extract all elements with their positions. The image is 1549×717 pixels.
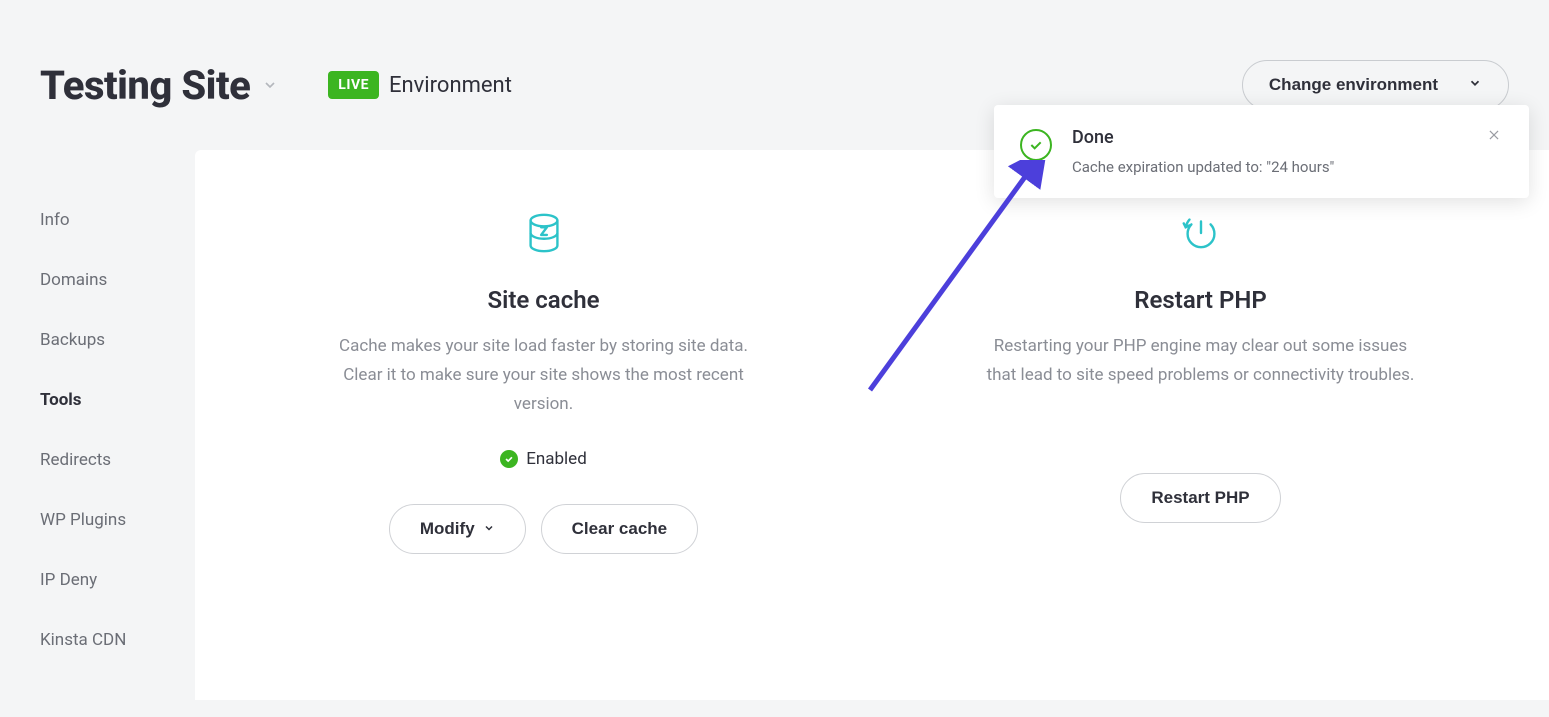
sidebar-item-label: Redirects <box>40 450 111 470</box>
sidebar-item-label: Info <box>40 210 70 230</box>
clear-cache-label: Clear cache <box>572 519 667 539</box>
sidebar-item-label: WP Plugins <box>40 510 126 530</box>
chevron-down-icon <box>1468 75 1482 95</box>
environment-label: Environment <box>389 73 512 98</box>
sidebar-item-label: IP Deny <box>40 570 97 590</box>
sidebar-item-label: Tools <box>40 390 82 410</box>
site-cache-buttons: Modify Clear cache <box>265 504 822 554</box>
sidebar-item-ip-deny[interactable]: IP Deny <box>40 550 195 610</box>
close-icon[interactable] <box>1485 127 1503 145</box>
spacer <box>922 420 1479 473</box>
toast-message: Cache expiration updated to: "24 hours" <box>1072 158 1465 176</box>
environment-indicator: LIVE Environment <box>328 71 512 99</box>
restart-icon <box>922 210 1479 256</box>
site-cache-title: Site cache <box>265 286 822 314</box>
body-wrap: Info Domains Backups Tools Redirects WP … <box>0 150 1549 700</box>
modify-button[interactable]: Modify <box>389 504 526 554</box>
site-cache-card: Site cache Cache makes your site load fa… <box>235 210 852 640</box>
sidebar-item-wp-plugins[interactable]: WP Plugins <box>40 490 195 550</box>
content-panel: Site cache Cache makes your site load fa… <box>195 150 1549 700</box>
change-environment-label: Change environment <box>1269 75 1438 95</box>
sidebar-item-tools[interactable]: Tools <box>40 370 195 430</box>
sidebar: Info Domains Backups Tools Redirects WP … <box>0 150 195 700</box>
site-cache-description: Cache makes your site load faster by sto… <box>329 332 759 419</box>
live-badge: LIVE <box>328 71 379 99</box>
chevron-down-icon <box>483 519 495 539</box>
modify-label: Modify <box>420 519 475 539</box>
clear-cache-button[interactable]: Clear cache <box>541 504 698 554</box>
restart-php-description: Restarting your PHP engine may clear out… <box>986 332 1416 390</box>
sidebar-item-label: Domains <box>40 270 107 290</box>
toast-body: Done Cache expiration updated to: "24 ho… <box>1072 127 1465 176</box>
restart-php-button[interactable]: Restart PHP <box>1120 473 1280 523</box>
sidebar-item-label: Kinsta CDN <box>40 630 126 650</box>
success-check-icon <box>1020 129 1052 161</box>
site-title-group[interactable]: Testing Site <box>40 62 278 109</box>
sidebar-item-kinsta-cdn[interactable]: Kinsta CDN <box>40 610 195 670</box>
restart-php-label: Restart PHP <box>1151 488 1249 508</box>
cache-icon <box>265 210 822 256</box>
sidebar-item-backups[interactable]: Backups <box>40 310 195 370</box>
sidebar-item-redirects[interactable]: Redirects <box>40 430 195 490</box>
status-label: Enabled <box>526 449 587 469</box>
change-environment-button[interactable]: Change environment <box>1242 60 1509 110</box>
sidebar-item-label: Backups <box>40 330 105 350</box>
sidebar-item-info[interactable]: Info <box>40 190 195 250</box>
toast-notification: Done Cache expiration updated to: "24 ho… <box>994 105 1529 198</box>
sidebar-item-domains[interactable]: Domains <box>40 250 195 310</box>
site-title: Testing Site <box>40 62 250 109</box>
site-cache-status: Enabled <box>265 449 822 469</box>
toast-title: Done <box>1072 127 1465 148</box>
restart-php-title: Restart PHP <box>922 286 1479 314</box>
restart-php-buttons: Restart PHP <box>922 473 1479 523</box>
restart-php-card: Restart PHP Restarting your PHP engine m… <box>892 210 1509 640</box>
chevron-down-icon <box>262 77 278 93</box>
check-circle-icon <box>500 450 518 468</box>
